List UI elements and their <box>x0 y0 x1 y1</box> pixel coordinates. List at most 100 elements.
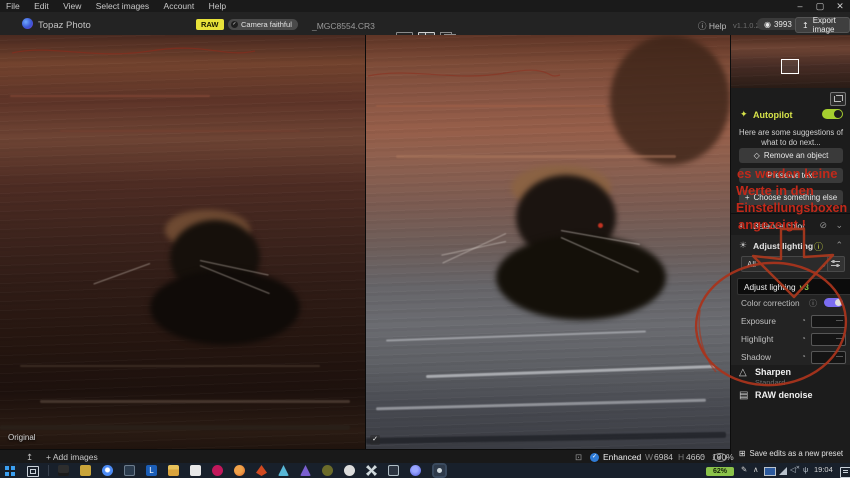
menu-select-images[interactable]: Select images <box>90 0 155 11</box>
dial-icon[interactable]: ◔ <box>801 334 806 343</box>
network-tray-icon[interactable] <box>779 467 787 475</box>
clock[interactable]: 19:04 <box>814 465 833 474</box>
taskbar-app-topaz-active[interactable] <box>434 465 445 476</box>
water-streak <box>60 130 300 132</box>
usb-tray-icon[interactable]: ψ <box>803 465 808 474</box>
taskbar-app-pink[interactable] <box>212 465 223 476</box>
photo-original-pane[interactable]: Original <box>0 35 365 449</box>
menu-account[interactable]: Account <box>158 0 201 11</box>
export-image-button[interactable]: ↥ Export image <box>795 17 850 33</box>
lighting-model-dropdown[interactable]: All ⌄ <box>741 256 833 272</box>
menu-edit[interactable]: Edit <box>28 0 55 11</box>
balance-color-header[interactable]: ◐ Balance color ⊘ ⌄ <box>731 218 850 232</box>
raw-badge[interactable]: RAW <box>196 19 224 30</box>
visibility-off-icon[interactable]: ⊘ <box>819 220 827 231</box>
preview-eye-icon[interactable] <box>713 453 727 462</box>
exposure-value-box[interactable]: — <box>811 315 846 328</box>
taskbar-app-media[interactable] <box>80 465 91 476</box>
topaz-photo-window: File Edit View Select images Account Hel… <box>0 0 850 478</box>
taskbar-app-mail[interactable] <box>124 465 135 476</box>
balance-color-icon: ◐ <box>739 220 744 230</box>
credits-badge[interactable]: ◉ 3993 <box>757 18 799 30</box>
navigator-viewport-rect[interactable] <box>781 59 799 74</box>
photo-enhanced-pane[interactable]: ✓ <box>366 35 730 449</box>
choose-something-else-button[interactable]: + Choose something else <box>739 190 843 205</box>
taskbar-app-blue-sphere[interactable] <box>410 465 421 476</box>
highlight-value-box[interactable]: — <box>811 333 846 346</box>
info-icon[interactable]: ⓘ <box>809 298 817 309</box>
dash-icon: — <box>836 335 843 342</box>
dash-icon: — <box>836 353 843 360</box>
start-button[interactable] <box>5 466 15 476</box>
display-tray-icon[interactable] <box>764 467 776 476</box>
check-icon: ✓ <box>231 21 238 28</box>
taskbar-app-flame[interactable] <box>256 465 267 476</box>
maximize-button[interactable]: ▢ <box>810 0 830 12</box>
taskbar-app-libreoffice[interactable]: L <box>146 465 157 476</box>
filename-label: _MGC8554.CR3 <box>312 21 375 31</box>
taskbar-app-teal[interactable] <box>278 465 289 476</box>
color-correction-label: Color correction <box>741 298 800 308</box>
chevron-up-icon[interactable]: ⌃ <box>835 240 843 251</box>
taskbar-app-notepad[interactable] <box>190 465 201 476</box>
adjust-lighting-header[interactable]: ☀ Adjust lighting ⓘ ⌃ <box>731 238 850 252</box>
upload-icon[interactable]: ↥ <box>26 452 33 463</box>
autopilot-toggle[interactable] <box>822 109 843 119</box>
shadow-row: Shadow ◔ — <box>731 349 850 365</box>
navigator-thumbnail[interactable] <box>731 35 850 88</box>
taskbar-app-terminal[interactable] <box>58 465 69 476</box>
volume-tray-icon[interactable]: ◁✕ <box>790 465 800 474</box>
help-button[interactable]: ⓘ Help <box>698 20 726 32</box>
remove-object-label: Remove an object <box>764 151 828 160</box>
preserve-text-label: Preserve text <box>767 171 814 180</box>
upload-icon: ↥ <box>802 21 809 30</box>
taskbar-app-boxed[interactable] <box>388 465 399 476</box>
pane-selected-checkbox[interactable]: ✓ <box>370 435 380 445</box>
beaver-body <box>150 270 300 345</box>
water-streak <box>20 365 320 367</box>
enhanced-label[interactable]: Enhanced <box>603 452 641 462</box>
taskbar-app-olive[interactable] <box>322 465 333 476</box>
taskbar-app-browser[interactable] <box>102 465 113 476</box>
taskbar-app-firefox[interactable] <box>234 465 245 476</box>
color-correction-row: Color correction ⓘ <box>731 297 850 309</box>
taskbar-app-x-tool[interactable] <box>366 465 377 476</box>
adjust-lighting-v3-menu-item[interactable]: Adjust lighting v3 <box>737 278 850 295</box>
taskbar-app-purple[interactable] <box>300 465 311 476</box>
close-button[interactable]: ✕ <box>830 0 850 12</box>
remove-object-button[interactable]: ◇ Remove an object <box>739 148 843 163</box>
crop-tool-button[interactable] <box>830 92 846 106</box>
shadow-value-box[interactable]: — <box>811 351 846 364</box>
sliders-settings-button[interactable] <box>827 256 845 272</box>
fit-frame-icon[interactable]: ⊡ <box>575 452 582 463</box>
chevron-down-icon[interactable]: ⌄ <box>835 220 843 231</box>
tray-expand-caret[interactable]: ∧ <box>753 465 759 474</box>
battery-indicator[interactable]: 62% <box>706 467 734 476</box>
menu-help[interactable]: Help <box>203 0 232 11</box>
info-icon[interactable]: ⓘ <box>814 240 823 253</box>
menu-view[interactable]: View <box>57 0 87 11</box>
app-name: Topaz Photo <box>38 20 91 31</box>
save-preset-button[interactable]: ⊞ Save edits as a new preset <box>731 445 850 461</box>
taskbar-app-explorer[interactable] <box>168 465 179 476</box>
dial-icon[interactable]: ◔ <box>801 352 806 361</box>
dark-corner <box>610 35 730 165</box>
minimize-button[interactable]: – <box>790 0 810 12</box>
sliders-icon-2 <box>831 265 840 266</box>
color-correction-toggle[interactable] <box>824 298 843 307</box>
menu-file[interactable]: File <box>0 0 26 11</box>
notification-center-icon[interactable] <box>840 467 850 478</box>
chevron-down-icon: ⌄ <box>700 451 706 459</box>
task-view-button[interactable] <box>27 466 39 477</box>
add-images-button[interactable]: + Add images <box>46 452 98 462</box>
dial-icon[interactable]: ◔ <box>801 316 806 325</box>
preserve-text-button[interactable]: Preserve text <box>739 168 843 183</box>
chevron-down-icon: ⌄ <box>820 260 827 269</box>
sharpen-model-label: Standard <box>755 378 785 387</box>
pen-tray-icon[interactable]: ✎ <box>741 465 747 474</box>
exposure-label: Exposure <box>741 316 776 326</box>
water-streak <box>10 95 210 97</box>
camera-profile-badge[interactable]: ✓ Camera faithful <box>228 19 298 30</box>
taskbar-app-camera[interactable] <box>344 465 355 476</box>
camera-profile-label: Camera faithful <box>241 20 292 29</box>
